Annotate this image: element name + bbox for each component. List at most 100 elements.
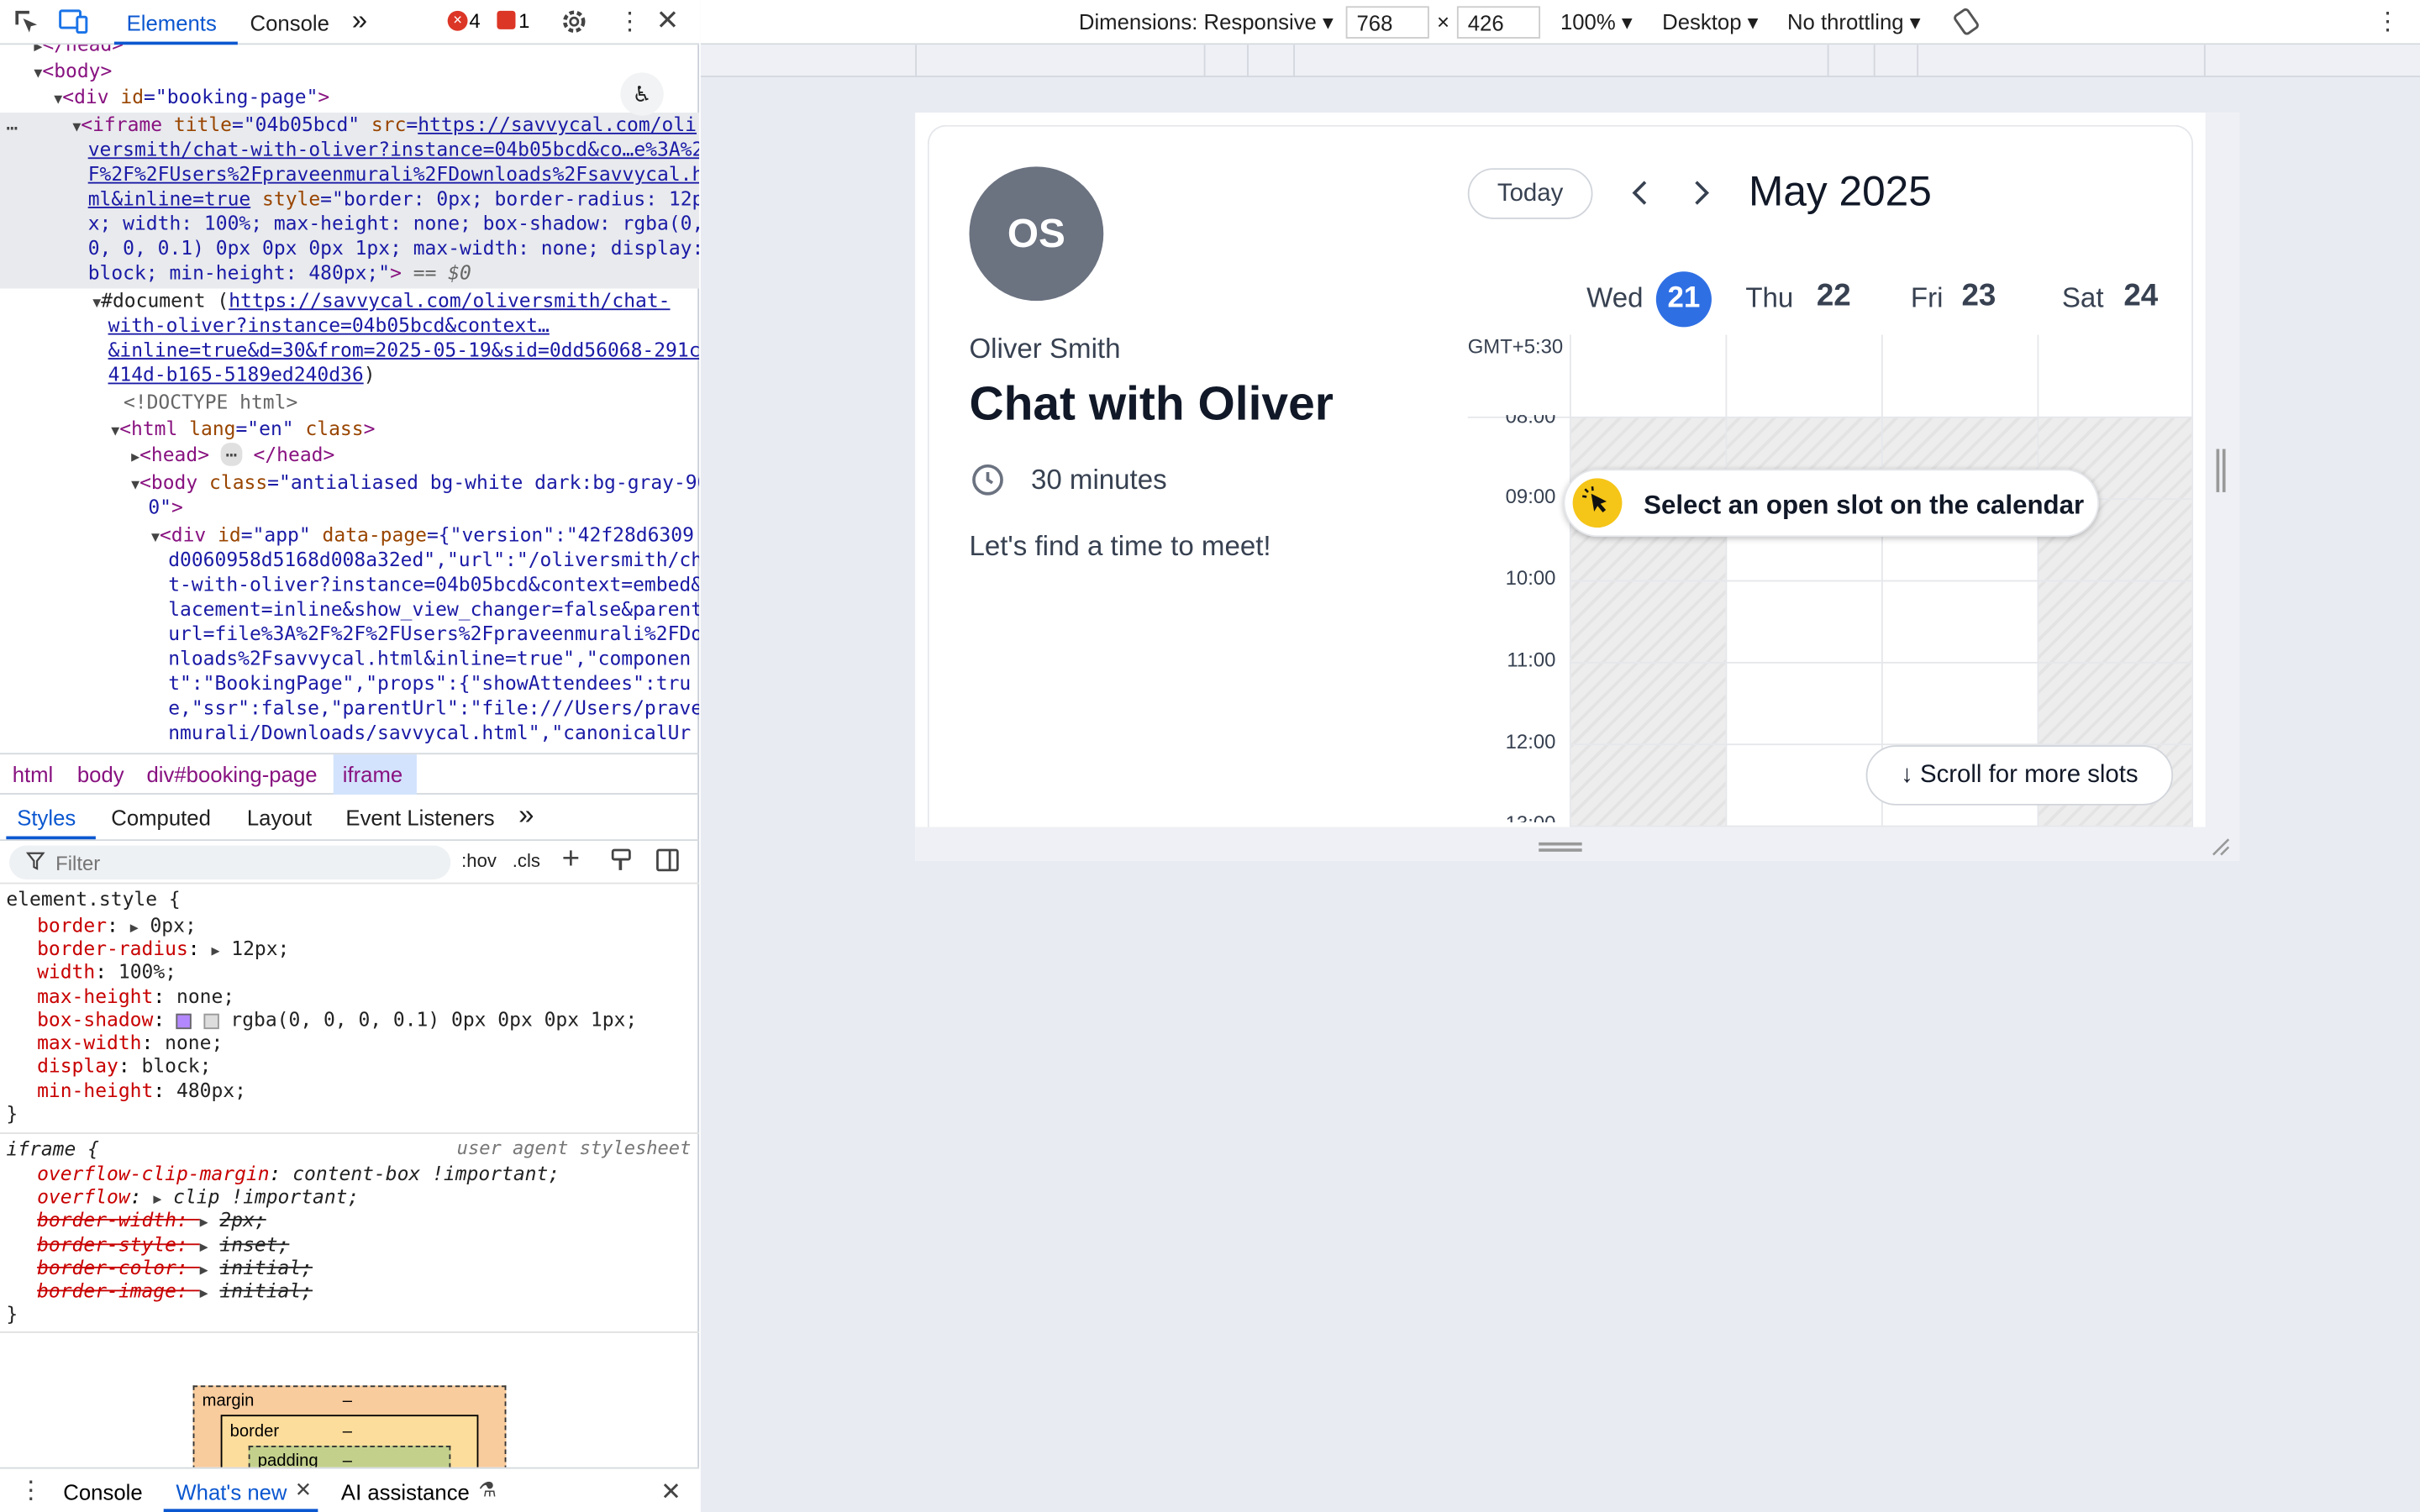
- ua-prop: overflow-clip-margin: content-box !impor…: [37, 1162, 560, 1185]
- style-prop[interactable]: max-width: none;: [37, 1031, 223, 1054]
- warning-count[interactable]: 1: [518, 9, 529, 33]
- throttling-dropdown[interactable]: No throttling ▾: [1787, 9, 1921, 35]
- height-input[interactable]: 426: [1456, 6, 1541, 39]
- day-header-date-selected[interactable]: 21: [1655, 271, 1712, 328]
- inspect-element-icon[interactable]: [13, 8, 40, 43]
- iframe-src-line[interactable]: versmith/chat-with-oliver?instance=04b05…: [88, 137, 699, 160]
- style-prop[interactable]: width: 100%;: [37, 959, 176, 983]
- settings-gear-icon[interactable]: [560, 8, 588, 43]
- close-devtools-icon[interactable]: ✕: [656, 5, 680, 38]
- style-prop[interactable]: box-shadow: rgba(0, 0, 0, 0.1) 0px 0px 0…: [37, 1007, 637, 1031]
- more-subtabs-icon[interactable]: »: [518, 799, 534, 832]
- drawer-active-indicator: [163, 1509, 318, 1512]
- styles-filter-bar: :hov .cls +: [0, 841, 700, 885]
- day-header-dow: Fri: [1910, 282, 1944, 313]
- breadcrumb-iframe[interactable]: iframe: [343, 762, 402, 786]
- toolbar-more-icon[interactable]: ⋮: [2375, 6, 2400, 37]
- select-slot-tooltip: Select an open slot on the calendar: [1563, 469, 2099, 538]
- iframe-src-line[interactable]: ml&inline=true: [88, 186, 251, 210]
- ua-label: user agent stylesheet: [456, 1137, 692, 1159]
- tab-layout[interactable]: Layout: [247, 806, 312, 830]
- style-prop[interactable]: display: block;: [37, 1053, 211, 1077]
- tree-line-head[interactable]: ▶<head> ⋯ </head>: [131, 443, 334, 470]
- dimensions-dropdown[interactable]: Dimensions: Responsive ▾: [1079, 9, 1334, 35]
- resize-handle-bottom[interactable]: [915, 827, 2240, 861]
- breadcrumb: html body div#booking-page iframe: [0, 753, 700, 795]
- day-header-date[interactable]: 23: [1961, 279, 1996, 314]
- tree-line-booking-div[interactable]: ▼<div id="booking-page">: [54, 85, 329, 113]
- new-rule-icon[interactable]: +: [562, 843, 580, 878]
- tree-line-html[interactable]: ▼<html lang="en" class>: [111, 417, 375, 444]
- time-label: 10:00: [1505, 566, 1556, 590]
- app-data-line: url=file%3A%2F%2F%2FUsers%2Fpraveenmural…: [168, 622, 700, 645]
- tree-line-doctype[interactable]: <!DOCTYPE html>: [124, 391, 297, 416]
- resize-corner-icon[interactable]: [2212, 837, 2230, 864]
- breadcrumb-div[interactable]: div#booking-page: [146, 762, 317, 786]
- width-input[interactable]: 768: [1345, 6, 1429, 39]
- device-type-dropdown[interactable]: Desktop ▾: [1662, 9, 1758, 35]
- filter-input[interactable]: [9, 845, 451, 879]
- chevron-left-icon[interactable]: [1628, 177, 1653, 216]
- dollar-zero-marker: == $0: [413, 260, 471, 284]
- ua-prop-overridden: border-image: ▶ initial;: [37, 1278, 313, 1303]
- breadcrumb-html[interactable]: html: [13, 762, 54, 786]
- day-header-dow: Wed: [1586, 282, 1644, 313]
- styles-subtabs: Styles Computed Layout Event Listeners »: [0, 795, 700, 842]
- hover-state-toggle[interactable]: :hov: [461, 850, 497, 872]
- iframe-style-line: x; width: 100%; max-height: none; box-sh…: [87, 211, 700, 235]
- box-padding[interactable]: padding –: [248, 1446, 451, 1467]
- body-class-line: 0": [148, 495, 171, 519]
- zoom-dropdown[interactable]: 100% ▾: [1560, 9, 1633, 35]
- row-ellipsis[interactable]: …: [6, 111, 18, 136]
- tree-line-body-inner[interactable]: ▼<body class="antialiased bg-white dark:…: [131, 470, 699, 498]
- class-toggle[interactable]: .cls: [513, 850, 540, 872]
- tab-console[interactable]: Console: [250, 11, 329, 35]
- drawer-menu-icon[interactable]: ⋮: [18, 1475, 43, 1506]
- app-data-line: lacement=inline&show_view_changer=false&…: [168, 596, 700, 621]
- tab-computed[interactable]: Computed: [111, 806, 211, 830]
- drawer-tab-ai-assistance[interactable]: AI assistance: [341, 1479, 470, 1504]
- accessibility-icon[interactable]: ♿: [620, 72, 664, 116]
- iframe-src-line[interactable]: F%2F%2FUsers%2Fpraveenmurali%2FDownloads…: [88, 162, 699, 186]
- booking-widget: OS Oliver Smith Chat with Oliver 30 minu…: [927, 124, 2194, 851]
- tree-line-body[interactable]: ▼<body>: [34, 59, 112, 87]
- tab-elements[interactable]: Elements: [127, 11, 217, 35]
- time-label: 11:00: [1507, 648, 1556, 671]
- day-header-date[interactable]: 24: [2123, 279, 2158, 314]
- elements-tree: ▶</head> ▼<body> ▼<div id="booking-page"…: [0, 45, 700, 753]
- rotate-icon[interactable]: [1951, 6, 1982, 41]
- app-data-line: nloads%2Fsavvycal.html&inline=true","com…: [168, 646, 692, 670]
- chevron-right-icon[interactable]: [1688, 177, 1712, 216]
- paint-icon[interactable]: [610, 848, 634, 881]
- styles-pane: element.style { border: ▶ 0px; border-ra…: [0, 884, 700, 1331]
- more-tabs-icon[interactable]: »: [352, 5, 367, 38]
- style-prop[interactable]: min-height: 480px;: [37, 1079, 246, 1102]
- device-toolbar: Dimensions: Responsive ▾ 768 × 426 100% …: [700, 0, 2420, 45]
- times-symbol: ×: [1437, 9, 1450, 34]
- close-tab-icon[interactable]: ✕: [295, 1478, 312, 1503]
- device-toggle-icon[interactable]: [59, 8, 90, 43]
- error-count[interactable]: 4: [469, 9, 480, 33]
- document-url-line[interactable]: &inline=true&d=30&from=2025-05-19&sid=0d…: [108, 338, 699, 361]
- more-options-icon[interactable]: ⋮: [618, 6, 642, 37]
- document-url-line[interactable]: with-oliver?instance=04b05bcd&context…: [108, 313, 550, 337]
- breadcrumb-body[interactable]: body: [77, 762, 124, 786]
- app-data-line: t":"BookingPage","props":{"showAttendees…: [168, 670, 692, 695]
- tab-event-listeners[interactable]: Event Listeners: [345, 806, 494, 830]
- day-header-date[interactable]: 22: [1817, 279, 1851, 314]
- timezone-label[interactable]: GMT+5:30: [1468, 335, 1563, 359]
- tab-styles[interactable]: Styles: [17, 806, 76, 830]
- ua-selector[interactable]: iframe {: [6, 1137, 99, 1161]
- scroll-more-button[interactable]: ↓ Scroll for more slots: [1865, 745, 2174, 806]
- tooltip-text: Select an open slot on the calendar: [1644, 491, 2085, 520]
- app-data-line: t-with-oliver?instance=04b05bcd&context=…: [168, 572, 700, 596]
- document-url-line[interactable]: 414d-b165-5189ed240d36: [108, 363, 364, 386]
- sidebar-toggle-icon[interactable]: [656, 848, 680, 879]
- style-prop[interactable]: max-height: none;: [37, 984, 234, 1008]
- close-drawer-icon[interactable]: ✕: [660, 1477, 681, 1508]
- resize-handle-right[interactable]: [2205, 113, 2240, 842]
- element-style-selector[interactable]: element.style {: [6, 887, 180, 911]
- today-button[interactable]: Today: [1467, 168, 1593, 219]
- drawer-tab-whats-new[interactable]: What's new: [176, 1479, 287, 1504]
- drawer-tab-console[interactable]: Console: [63, 1479, 142, 1504]
